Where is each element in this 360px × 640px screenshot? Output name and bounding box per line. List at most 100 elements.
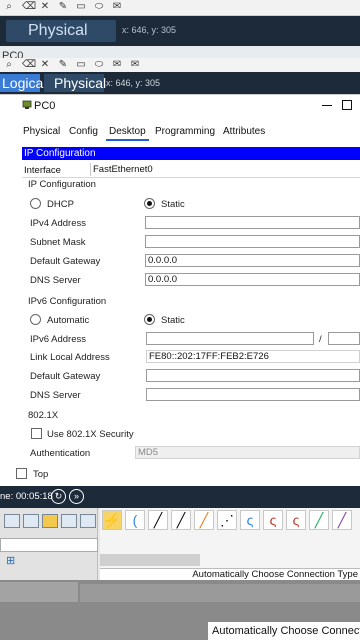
background-window-bottom: Automatically Choose Connect: [0, 580, 360, 640]
close-icon[interactable]: ✕: [40, 60, 50, 70]
ipv6-gateway-label: Default Gateway: [30, 371, 101, 382]
physical-tab[interactable]: Physical: [44, 74, 106, 92]
pdu-icon[interactable]: ✉: [112, 60, 122, 70]
pdu-icon: ✉: [112, 1, 122, 12]
search-icon[interactable]: ⌕: [4, 60, 14, 70]
device-search-input[interactable]: [0, 538, 98, 552]
cloud-icon[interactable]: [80, 514, 96, 528]
eraser-icon[interactable]: ⌫: [22, 60, 36, 70]
grid-icon[interactable]: ⊞: [6, 556, 16, 567]
ghost-toolbar: ⌕ ⌫ ✕ ✎ ▭ ⬭ ✉: [0, 0, 360, 16]
ipv6-automatic-label: Automatic: [47, 315, 90, 326]
complex-pdu-icon[interactable]: ✉: [130, 60, 140, 70]
reset-icon[interactable]: ↻: [51, 489, 66, 504]
fiber-icon[interactable]: ╱: [194, 510, 214, 530]
dot1x-section-title: 802.1X: [28, 410, 59, 421]
divider: [22, 177, 360, 178]
dns-server-input[interactable]: 0.0.0.0: [145, 273, 360, 286]
interface-select[interactable]: FastEthernet0: [90, 163, 360, 176]
dhcp-radio[interactable]: [30, 198, 41, 209]
fast-forward-icon[interactable]: »: [69, 489, 84, 504]
close-icon: ✕: [40, 1, 50, 12]
dialog-title: PC0: [34, 100, 56, 112]
console-cable-icon[interactable]: (: [125, 510, 145, 530]
static-label: Static: [161, 199, 185, 210]
tab-programming[interactable]: Programming: [152, 125, 218, 141]
maximize-button[interactable]: [342, 100, 352, 110]
ipv6-gateway-input[interactable]: [146, 369, 360, 382]
use-8021x-checkbox[interactable]: [31, 428, 42, 439]
ghost-connection-hint: Automatically Choose Connect: [208, 622, 360, 640]
ipv6-dns-input[interactable]: [146, 388, 360, 401]
ghost-physical-tab: Physical: [6, 20, 116, 42]
iot-cable-icon[interactable]: ╱: [332, 510, 352, 530]
ellipse-icon[interactable]: ⬭: [94, 60, 104, 70]
router-icon[interactable]: [4, 514, 20, 528]
eraser-icon: ⌫: [22, 1, 37, 12]
octal-cable-icon[interactable]: ╱: [309, 510, 329, 530]
ipv6-static-radio[interactable]: [144, 314, 155, 325]
crossover-icon[interactable]: ╱: [171, 510, 191, 530]
subnet-mask-input[interactable]: [145, 235, 360, 248]
default-gateway-label: Default Gateway: [30, 256, 101, 267]
connection-scrollbar[interactable]: [100, 554, 200, 566]
dhcp-label: DHCP: [47, 199, 74, 210]
search-icon: ⌕: [6, 1, 12, 12]
cursor-coords: x: 646, y: 305: [106, 78, 161, 88]
ipv6-static-label: Static: [161, 315, 185, 326]
tab-attributes[interactable]: Attributes: [220, 125, 268, 141]
sim-time: ne: 00:05:18: [0, 491, 53, 502]
subnet-mask-label: Subnet Mask: [30, 237, 86, 248]
authentication-label: Authentication: [30, 448, 91, 459]
link-local-value: FE80::202:17FF:FEB2:E726: [146, 350, 360, 363]
straight-through-icon[interactable]: ╱: [148, 510, 168, 530]
default-gateway-input[interactable]: 0.0.0.0: [145, 254, 360, 267]
ipv4-address-input[interactable]: [145, 216, 360, 229]
tab-physical[interactable]: Physical: [20, 125, 63, 141]
connection-type-hint: Automatically Choose Connection Type: [100, 568, 360, 580]
ipv4-section-title: IP Configuration: [28, 179, 96, 190]
connections-icon[interactable]: [42, 514, 58, 528]
device-panel: ⊞ ⚡ ( ╱ ╱ ╱ ⋰ ς ς ς ╱ ╱ Automatically Ch…: [0, 508, 360, 580]
wireless-icon[interactable]: [61, 514, 77, 528]
static-radio[interactable]: [144, 198, 155, 209]
simulation-bar: ne: 00:05:18 ↻ »: [0, 486, 360, 508]
ip-configuration-header: IP Configuration: [22, 147, 360, 160]
top-label: Top: [33, 469, 49, 480]
edit-icon[interactable]: ✎: [58, 60, 68, 70]
ipv6-prefix-input[interactable]: [328, 332, 360, 345]
background-window: ⌕ ⌫ ✕ ✎ ▭ ⬭ ✉ Physical x: 646, y: 305 PC…: [0, 0, 360, 64]
ipv6-dns-label: DNS Server: [30, 390, 81, 401]
ghost-coords: x: 646, y: 305: [122, 25, 177, 35]
device-category-panel: ⊞: [0, 508, 98, 580]
minimize-button[interactable]: [322, 105, 332, 106]
dialog-titlebar: PC0: [0, 95, 360, 117]
serial-dte-icon[interactable]: ς: [286, 510, 306, 530]
phone-cable-icon[interactable]: ⋰: [217, 510, 237, 530]
ipv6-address-label: IPv6 Address: [30, 334, 86, 345]
interface-label: Interface: [24, 165, 61, 176]
ipv6-address-input[interactable]: [146, 332, 314, 345]
tab-config[interactable]: Config: [66, 125, 101, 141]
shape-icon[interactable]: ▭: [76, 60, 86, 70]
link-local-label: Link Local Address: [30, 352, 110, 363]
logical-tab[interactable]: Logical: [0, 74, 46, 92]
authentication-select: MD5: [135, 446, 360, 459]
serial-dce-icon[interactable]: ς: [263, 510, 283, 530]
tab-desktop[interactable]: Desktop: [106, 125, 149, 141]
edit-icon: ✎: [58, 1, 68, 12]
common-toolbar: ⌕ ⌫ ✕ ✎ ▭ ⬭ ✉ ✉: [0, 58, 360, 72]
top-checkbox[interactable]: [16, 468, 27, 479]
pc-icon: [22, 100, 32, 109]
coaxial-icon[interactable]: ς: [240, 510, 260, 530]
pc0-dialog: PC0 Physical Config Desktop Programming …: [0, 94, 360, 486]
ipv6-section-title: IPv6 Configuration: [28, 296, 107, 307]
ipv6-automatic-radio[interactable]: [30, 314, 41, 325]
auto-connection-icon[interactable]: ⚡: [102, 510, 122, 530]
prefix-slash: /: [319, 334, 322, 345]
ipv4-address-label: IPv4 Address: [30, 218, 86, 229]
workspace-bar: Logical Physical x: 646, y: 305: [0, 72, 360, 94]
switch-icon[interactable]: [23, 514, 39, 528]
ghost-scrollbar: [80, 584, 360, 602]
dns-server-label: DNS Server: [30, 275, 81, 286]
